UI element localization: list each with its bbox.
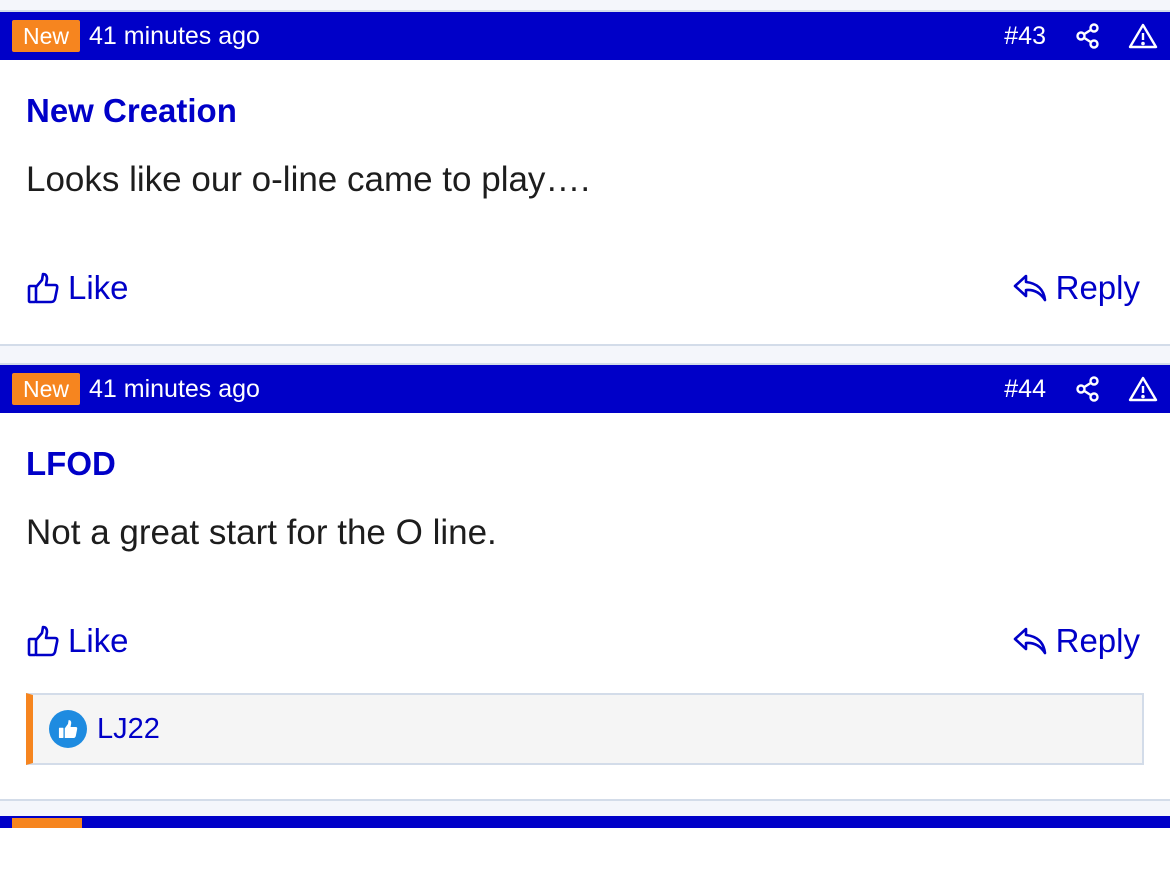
post-number[interactable]: #44 [1004, 375, 1046, 404]
like-label: Like [68, 622, 129, 659]
post-message: Not a great start for the O line. [26, 513, 497, 552]
post-author[interactable]: LFOD [26, 445, 1144, 483]
like-button[interactable]: Like [26, 269, 129, 307]
warning-icon[interactable] [1128, 375, 1158, 403]
post-header-left: New 41 minutes ago [12, 20, 260, 52]
warning-icon[interactable] [1128, 22, 1158, 50]
post-actions: Like Reply [0, 601, 1170, 681]
like-button[interactable]: Like [26, 622, 129, 660]
reactor-name[interactable]: LJ22 [97, 713, 160, 746]
reply-label: Reply [1055, 269, 1140, 306]
new-badge: New [12, 20, 81, 52]
new-badge-partial [12, 818, 82, 828]
like-label: Like [68, 269, 129, 306]
post-header: New 41 minutes ago #43 [0, 10, 1170, 60]
share-icon[interactable] [1074, 375, 1102, 403]
post-number[interactable]: #43 [1004, 22, 1046, 51]
reply-button[interactable]: Reply [1012, 622, 1140, 660]
top-gap [0, 0, 1170, 10]
post-body: LFOD Not a great start for the O line. [0, 413, 1170, 553]
reply-button[interactable]: Reply [1012, 269, 1140, 307]
post-time[interactable]: 41 minutes ago [89, 22, 260, 51]
thumbs-up-icon [27, 272, 59, 304]
post-header-left: New 41 minutes ago [12, 373, 260, 405]
post-header-right: #44 [1004, 375, 1158, 404]
thumbs-up-icon [27, 625, 59, 657]
new-badge: New [12, 373, 81, 405]
post-header-right: #43 [1004, 22, 1158, 51]
reply-icon [1013, 627, 1046, 655]
reactions-bar[interactable]: LJ22 [26, 693, 1144, 765]
post-header: New 41 minutes ago #44 [0, 363, 1170, 413]
post-author[interactable]: New Creation [26, 92, 1144, 130]
post-44: New 41 minutes ago #44 LFOD Not a great … [0, 363, 1170, 799]
post-message: Looks like our o-line came to play…. [26, 160, 591, 199]
reply-label: Reply [1055, 622, 1140, 659]
reply-icon [1013, 274, 1046, 302]
post-actions: Like Reply [0, 248, 1170, 328]
like-badge-icon [49, 710, 87, 748]
post-43: New 41 minutes ago #43 New Creation Look… [0, 10, 1170, 344]
post-body: New Creation Looks like our o-line came … [0, 60, 1170, 200]
post-gap [0, 801, 1170, 816]
post-gap [0, 346, 1170, 363]
share-icon[interactable] [1074, 22, 1102, 50]
post-header-partial [0, 816, 1170, 828]
post-time[interactable]: 41 minutes ago [89, 375, 260, 404]
